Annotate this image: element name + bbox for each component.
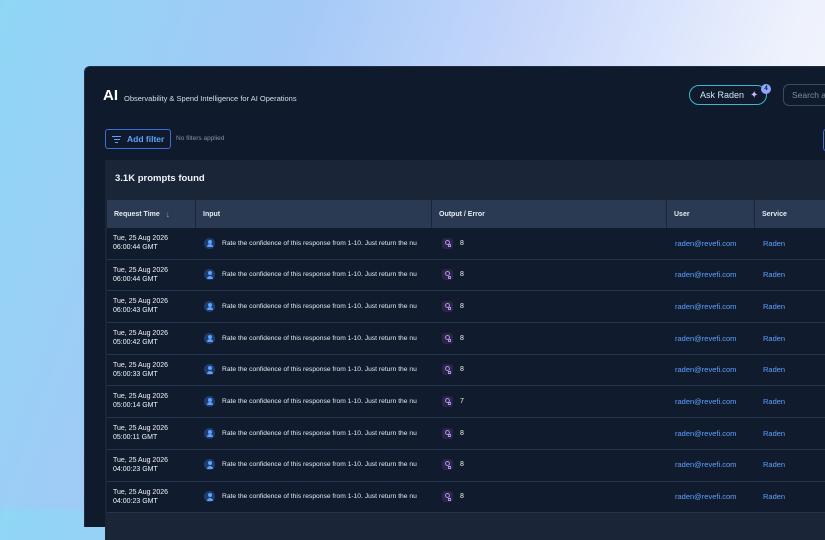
table-row[interactable]: Tue, 25 Aug 2026 05:00:33 GMT Rate the co… <box>107 354 825 387</box>
input-cell: Rate the confidence of this response fro… <box>204 291 436 321</box>
output-cell: 8 <box>442 450 662 480</box>
ask-raden-button[interactable]: Ask Raden ✦ <box>689 85 767 105</box>
assistant-icon <box>442 491 453 502</box>
output-cell: 8 <box>442 228 662 258</box>
input-cell: Rate the confidence of this response fro… <box>204 355 436 385</box>
column-output-error[interactable]: Output / Error <box>432 200 667 228</box>
table-row[interactable]: Tue, 25 Aug 2026 06:00:44 GMT Rate the co… <box>107 259 825 292</box>
user-icon <box>204 300 215 312</box>
service-link[interactable]: Raden <box>763 482 823 512</box>
user-icon <box>204 395 215 407</box>
input-cell: Rate the confidence of this response fro… <box>204 323 436 353</box>
service-link[interactable]: Raden <box>763 450 823 480</box>
user-link[interactable]: raden@revefi.com <box>675 418 755 448</box>
input-cell: Rate the confidence of this response fro… <box>204 386 436 416</box>
user-icon <box>204 364 215 376</box>
column-user[interactable]: User <box>667 200 755 228</box>
table-row[interactable]: Tue, 25 Aug 2026 05:00:11 GMT Rate the co… <box>107 418 825 450</box>
service-link[interactable]: Raden <box>763 418 823 448</box>
app-window: AI Observability & Spend Intelligence fo… <box>84 66 825 540</box>
service-link[interactable]: Raden <box>763 228 823 258</box>
app-subtitle: Observability & Spend Intelligence for A… <box>124 94 297 103</box>
request-time-cell: Tue, 25 Aug 2026 06:00:43 GMT <box>113 298 169 315</box>
table-row[interactable]: Tue, 25 Aug 2026 05:00:42 GMT Rate the co… <box>107 323 825 355</box>
filter-status: No filters applied <box>176 135 225 142</box>
user-link[interactable]: raden@revefi.com <box>675 450 755 480</box>
input-cell: Rate the confidence of this response fro… <box>204 450 436 480</box>
service-link[interactable]: Raden <box>763 323 823 353</box>
table-row[interactable]: Tue, 25 Aug 2026 04:00:23 GMT Rate the co… <box>107 481 825 514</box>
output-cell: 8 <box>442 291 662 321</box>
assistant-icon <box>442 459 453 471</box>
assistant-icon <box>442 300 453 312</box>
assistant-icon <box>442 269 453 281</box>
table-row[interactable]: Tue, 25 Aug 2026 05:00:14 GMT Rate the co… <box>107 386 825 419</box>
request-time-cell: Tue, 25 Aug 2026 05:00:33 GMT <box>113 361 169 378</box>
input-cell: Rate the confidence of this response fro… <box>204 482 436 512</box>
user-icon <box>204 427 215 439</box>
output-cell: 8 <box>442 482 662 512</box>
user-link[interactable]: raden@revefi.com <box>675 260 755 290</box>
input-cell: Rate the confidence of this response fro… <box>204 260 436 290</box>
column-input[interactable]: Input <box>196 200 432 228</box>
request-time-cell: Tue, 25 Aug 2026 04:00:23 GMT <box>113 488 169 505</box>
sparkle-icon: ✦ <box>750 89 759 101</box>
assistant-icon <box>442 364 453 376</box>
sort-down-icon[interactable]: ↓ <box>166 210 170 219</box>
user-link[interactable]: raden@revefi.com <box>675 323 755 353</box>
user-icon <box>204 491 215 502</box>
user-link[interactable]: raden@revefi.com <box>675 355 755 385</box>
assistant-icon <box>442 427 453 439</box>
notification-badge: 4 <box>761 84 771 94</box>
service-link[interactable]: Raden <box>763 386 823 416</box>
add-filter-button[interactable]: Add filter <box>105 129 171 149</box>
service-link[interactable]: Raden <box>763 291 823 321</box>
request-time-cell: Tue, 25 Aug 2026 06:00:44 GMT <box>113 235 169 251</box>
output-cell: 8 <box>442 260 662 290</box>
table-row[interactable]: Tue, 25 Aug 2026 06:00:43 GMT Rate the co… <box>107 291 825 324</box>
input-cell: Rate the confidence of this response fro… <box>204 228 436 258</box>
ask-raden-label: Ask Raden <box>700 90 745 100</box>
assistant-icon <box>442 332 453 344</box>
user-icon <box>204 237 215 249</box>
add-filter-label: Add filter <box>127 134 165 144</box>
request-time-cell: Tue, 25 Aug 2026 05:00:42 GMT <box>113 330 169 347</box>
column-request-time[interactable]: Request Time ↓ <box>107 200 196 228</box>
user-icon <box>204 332 215 344</box>
user-link[interactable]: raden@revefi.com <box>675 228 755 258</box>
request-time-cell: Tue, 25 Aug 2026 05:00:11 GMT <box>113 425 169 442</box>
app-logo: AI <box>103 87 118 104</box>
search-input[interactable]: Search a <box>783 84 825 106</box>
table-body: Tue, 25 Aug 2026 06:00:44 GMT Rate the co… <box>107 228 825 514</box>
table-header: Request Time ↓ Input Output / Error User… <box>107 200 825 228</box>
column-service[interactable]: Service <box>755 200 825 228</box>
request-time-cell: Tue, 25 Aug 2026 05:00:14 GMT <box>113 393 169 410</box>
user-icon <box>204 269 215 281</box>
results-count: 3.1K prompts found <box>115 173 205 184</box>
output-cell: 8 <box>442 418 662 448</box>
assistant-icon <box>442 395 453 407</box>
service-link[interactable]: Raden <box>763 355 823 385</box>
results-panel: 3.1K prompts found Request Time ↓ Input … <box>105 160 825 540</box>
user-icon <box>204 459 215 471</box>
output-cell: 8 <box>442 355 662 385</box>
user-link[interactable]: raden@revefi.com <box>675 482 755 512</box>
assistant-icon <box>442 237 453 249</box>
request-time-cell: Tue, 25 Aug 2026 06:00:44 GMT <box>113 266 169 283</box>
output-cell: 7 <box>442 386 662 416</box>
input-cell: Rate the confidence of this response fro… <box>204 418 436 448</box>
filter-icon <box>112 135 121 143</box>
service-link[interactable]: Raden <box>763 260 823 290</box>
user-link[interactable]: raden@revefi.com <box>675 291 755 321</box>
output-cell: 8 <box>442 323 662 353</box>
user-link[interactable]: raden@revefi.com <box>675 386 755 416</box>
request-time-cell: Tue, 25 Aug 2026 04:00:23 GMT <box>113 456 169 473</box>
table-row[interactable]: Tue, 25 Aug 2026 06:00:44 GMT Rate the co… <box>107 228 825 260</box>
table-row[interactable]: Tue, 25 Aug 2026 04:00:23 GMT Rate the co… <box>107 449 825 482</box>
